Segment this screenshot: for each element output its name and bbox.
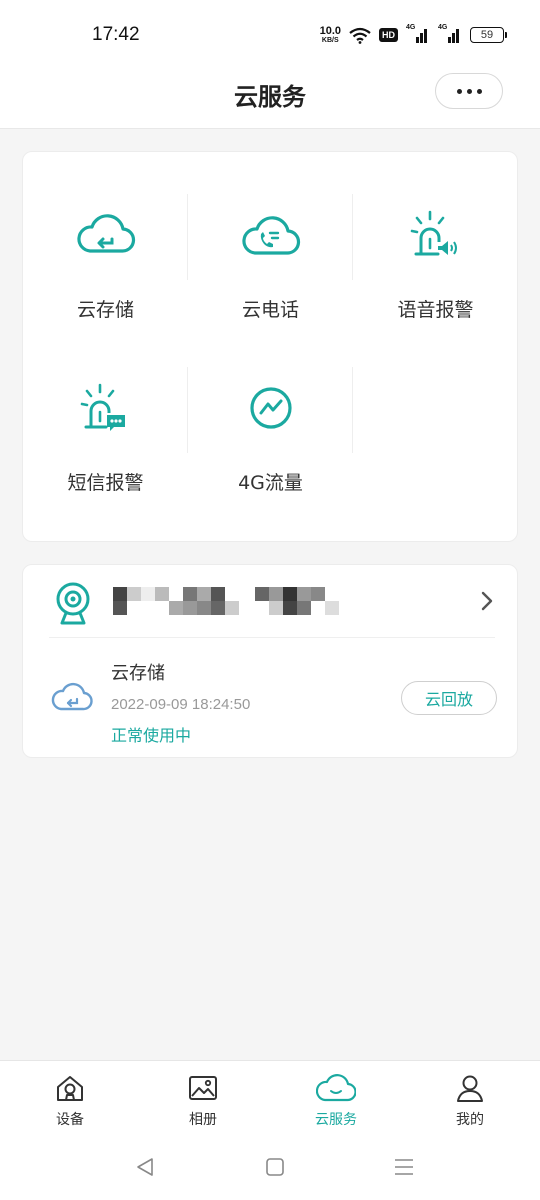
more-dot-icon	[456, 88, 462, 94]
storage-title: 云存储	[111, 663, 165, 684]
tab-album[interactable]: 相册	[153, 1073, 253, 1133]
album-icon	[189, 1076, 217, 1100]
service-label: 云电话	[241, 299, 299, 321]
tab-cloud-service[interactable]: 云服务	[286, 1073, 386, 1133]
system-nav-bar	[0, 1140, 540, 1200]
service-cloud-storage[interactable]: 云存储	[23, 152, 188, 322]
battery-icon: 59	[470, 27, 507, 43]
hd-badge: HD	[379, 28, 398, 42]
service-sms-alarm[interactable]: 短信报警	[23, 325, 188, 495]
service-data-traffic[interactable]: 4G流量	[188, 325, 353, 495]
services-card: 云存储 云电话 语音报警 短信报警 4G流量	[22, 151, 518, 542]
signal-icon-1: 4G	[406, 24, 430, 43]
home-camera-icon	[57, 1076, 83, 1101]
service-label: 短信报警	[67, 472, 144, 494]
cloud-storage-icon	[76, 207, 136, 263]
service-label: 云存储	[76, 299, 134, 321]
status-bar: 17:42 10.0 KB/S HD 4G 4G 59	[0, 0, 540, 64]
more-button[interactable]	[435, 73, 503, 109]
status-icons: 10.0 KB/S HD 4G 4G 59	[319, 24, 507, 46]
tab-label: 我的	[456, 1112, 484, 1128]
tab-label: 设备	[56, 1112, 84, 1128]
menu-icon[interactable]	[393, 1156, 415, 1178]
status-time: 17:42	[92, 24, 140, 45]
battery-level: 59	[480, 29, 494, 41]
divider	[49, 637, 495, 638]
storage-date: 2022-09-09 18:24:50	[111, 696, 251, 713]
signal-2-label: 4G	[438, 24, 448, 31]
cloud-phone-icon	[241, 207, 301, 263]
service-label: 语音报警	[397, 299, 474, 321]
tab-label: 云服务	[315, 1112, 357, 1128]
more-dot-icon	[476, 88, 482, 94]
home-icon[interactable]	[264, 1156, 286, 1178]
cloud-icon	[316, 1074, 356, 1102]
wifi-icon	[349, 27, 371, 44]
device-card[interactable]: 云存储 2022-09-09 18:24:50 正常使用中 云回放	[22, 564, 518, 758]
tab-devices[interactable]: 设备	[20, 1073, 120, 1133]
net-speed-value: 10.0	[319, 25, 341, 37]
sms-alarm-icon	[76, 380, 136, 436]
service-voice-alarm[interactable]: 语音报警	[353, 152, 518, 322]
signal-1-label: 4G	[406, 24, 416, 31]
voice-alarm-icon	[406, 207, 466, 263]
chevron-right-icon[interactable]	[478, 589, 496, 613]
header: 云服务	[0, 64, 540, 129]
person-icon	[457, 1075, 483, 1102]
tab-profile[interactable]: 我的	[420, 1073, 520, 1133]
data-traffic-icon	[241, 380, 301, 436]
service-label: 4G流量	[238, 472, 303, 494]
back-icon[interactable]	[134, 1156, 156, 1178]
service-cloud-phone[interactable]: 云电话	[188, 152, 353, 322]
more-dot-icon	[466, 88, 472, 94]
net-speed-unit: KB/S	[321, 37, 339, 44]
device-name-redacted	[113, 585, 343, 617]
storage-status: 正常使用中	[111, 726, 192, 745]
tab-label: 相册	[189, 1112, 217, 1128]
cloud-playback-button[interactable]: 云回放	[401, 681, 497, 715]
camera-icon	[56, 582, 90, 625]
net-speed: 10.0 KB/S	[319, 25, 341, 45]
cloud-storage-icon	[51, 682, 93, 711]
signal-icon-2: 4G	[438, 24, 462, 43]
tab-bar: 设备 相册 云服务 我的	[0, 1060, 540, 1140]
